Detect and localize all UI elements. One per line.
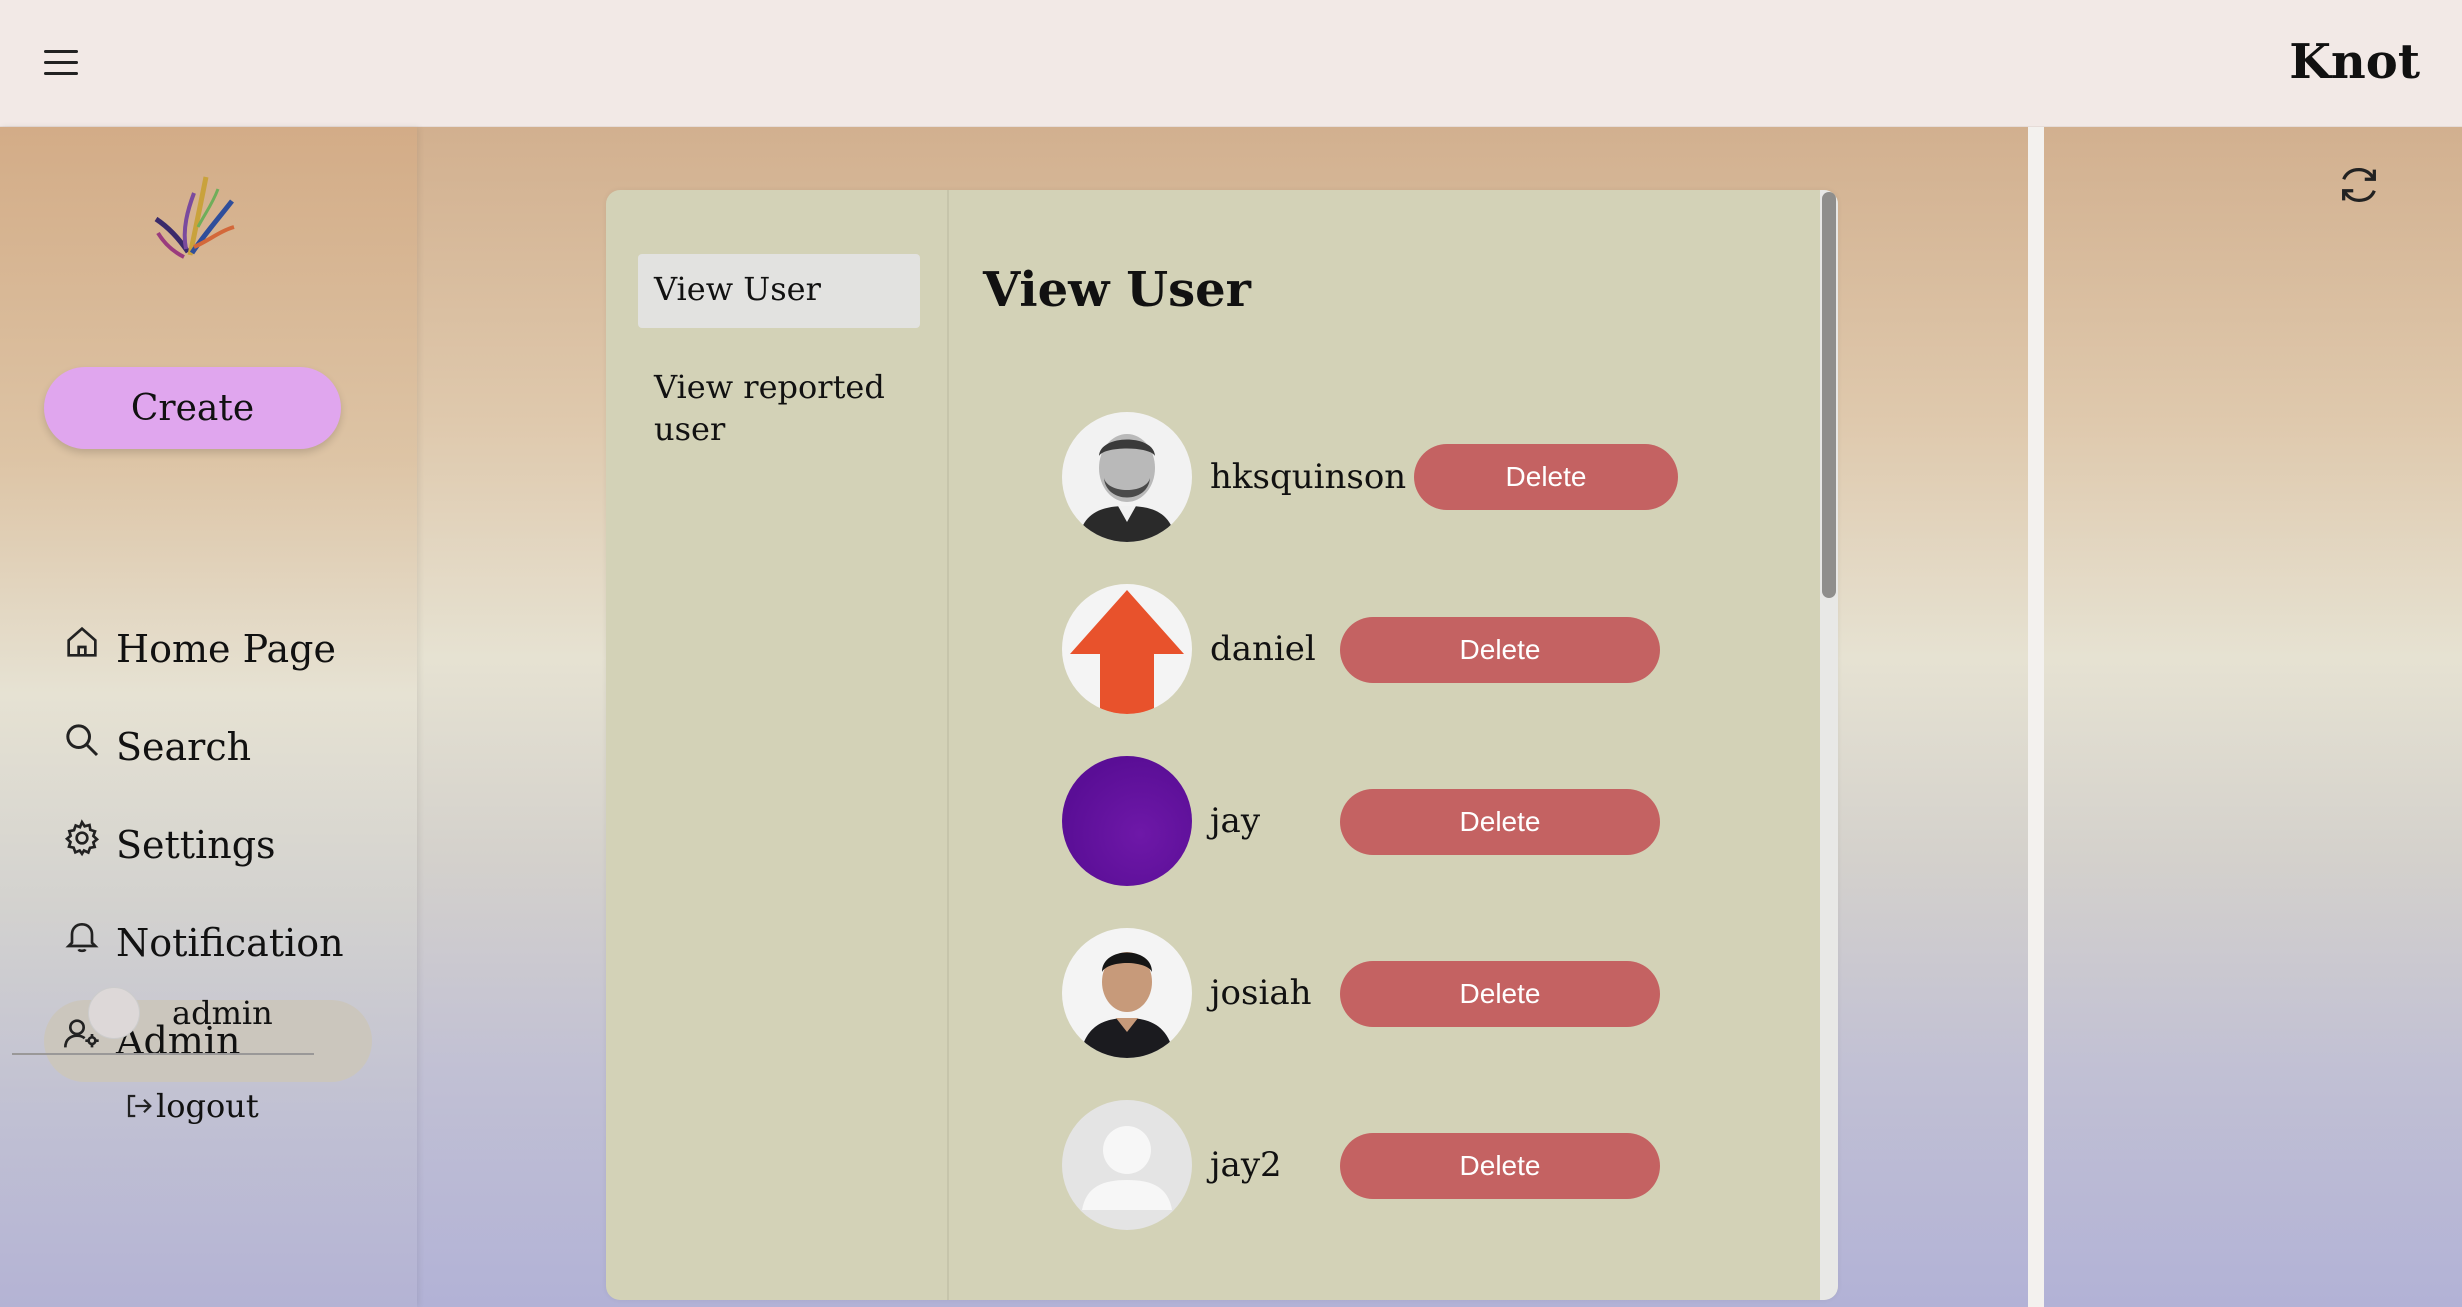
delete-button[interactable]: Delete: [1340, 961, 1660, 1027]
hamburger-icon[interactable]: [44, 50, 78, 76]
list-item: josiah: [1062, 928, 1312, 1058]
create-button[interactable]: Create: [44, 367, 341, 449]
delete-button[interactable]: Delete: [1340, 617, 1660, 683]
logout-label: logout: [156, 1087, 259, 1125]
user-name: hksquinson: [1210, 457, 1407, 497]
tab-view-user[interactable]: View User: [638, 254, 920, 328]
top-bar: Knot: [0, 0, 2462, 127]
tab-view-reported-user[interactable]: View reported user: [638, 352, 920, 464]
avatar: [1062, 928, 1192, 1058]
admin-panel: View User View reported user View User h…: [606, 190, 1838, 1300]
avatar: [1062, 412, 1192, 542]
user-name: daniel: [1210, 629, 1316, 669]
home-icon: [67, 626, 97, 657]
delete-button[interactable]: Delete: [1340, 789, 1660, 855]
sidebar-item-label: Search: [116, 725, 252, 769]
list-item: jay2: [1062, 1100, 1282, 1230]
user-name: jay2: [1210, 1145, 1282, 1185]
admin-subnav: View User View reported user: [606, 190, 949, 1300]
sidebar-item-search[interactable]: Search: [44, 706, 372, 788]
list-item: jay: [1062, 756, 1260, 886]
delete-button[interactable]: Delete: [1340, 1133, 1660, 1199]
delete-button[interactable]: Delete: [1414, 444, 1678, 510]
sidebar: Create Home Page Search Settings Notific…: [0, 127, 417, 1307]
avatar: [88, 987, 140, 1039]
avatar: [1062, 756, 1192, 886]
divider: [2028, 127, 2044, 1307]
scrollbar-thumb[interactable]: [1822, 192, 1836, 598]
sidebar-item-home[interactable]: Home Page: [44, 608, 372, 690]
user-name: josiah: [1210, 973, 1312, 1013]
user-name: admin: [172, 994, 273, 1032]
logout-icon: [127, 1094, 152, 1118]
avatar: [1062, 1100, 1192, 1230]
refresh-icon[interactable]: [2336, 162, 2382, 208]
logout-button[interactable]: logout: [124, 1087, 259, 1125]
sidebar-item-label: Settings: [116, 823, 276, 867]
sidebar-item-settings[interactable]: Settings: [44, 804, 372, 886]
sidebar-item-label: Home Page: [116, 627, 336, 671]
avatar: [1062, 584, 1192, 714]
app-logo-icon: [154, 176, 235, 259]
current-user[interactable]: admin: [88, 987, 273, 1039]
sidebar-item-label: Notification: [116, 921, 344, 965]
list-item: hksquinson: [1062, 412, 1406, 542]
user-name: jay: [1210, 801, 1261, 841]
gear-icon: [64, 819, 100, 857]
list-item: daniel: [1062, 584, 1316, 714]
search-icon: [66, 724, 99, 757]
sidebar-item-notification[interactable]: Notification: [44, 902, 372, 984]
page-title: View User: [983, 262, 1251, 318]
bell-icon: [65, 922, 99, 953]
app-brand: Knot: [2289, 34, 2420, 90]
divider: [12, 1053, 314, 1055]
